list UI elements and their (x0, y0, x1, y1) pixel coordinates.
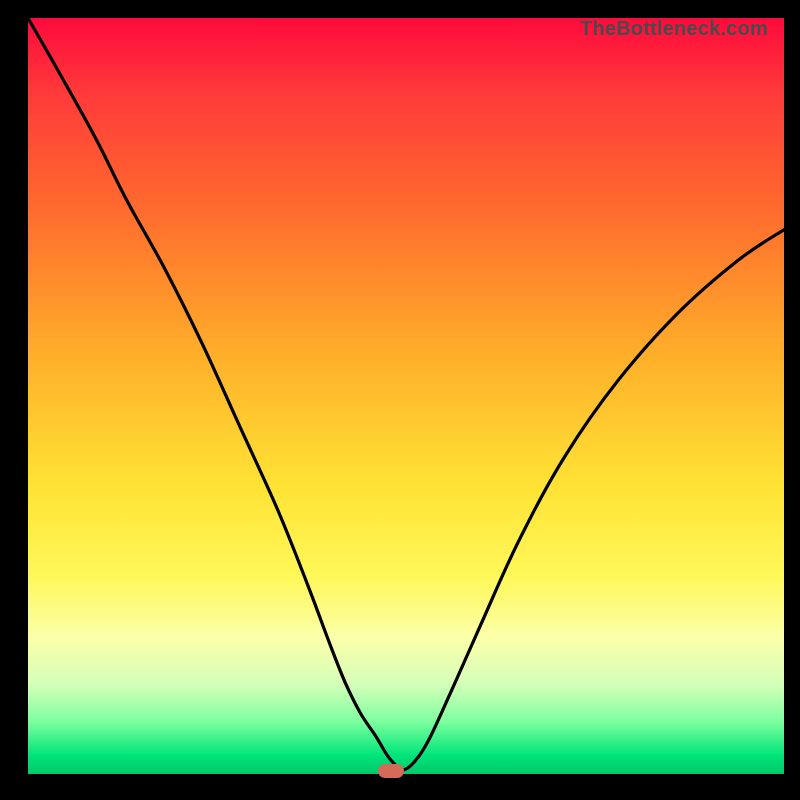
chart-frame: TheBottleneck.com (0, 0, 800, 800)
plot-area: TheBottleneck.com (28, 18, 784, 774)
optimal-point-marker (378, 764, 404, 778)
bottleneck-curve (28, 18, 784, 774)
